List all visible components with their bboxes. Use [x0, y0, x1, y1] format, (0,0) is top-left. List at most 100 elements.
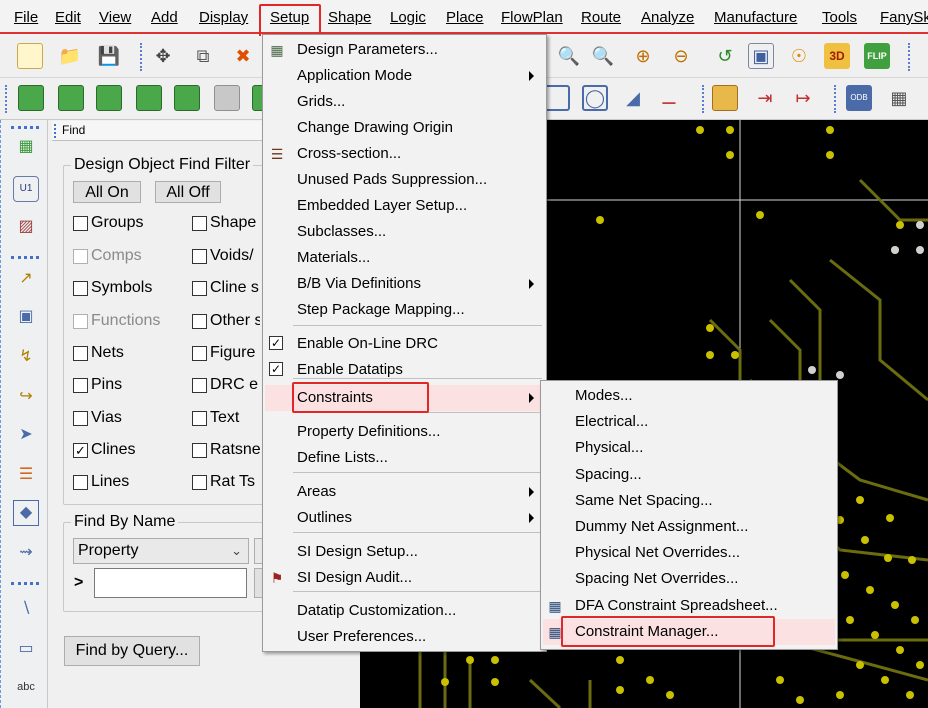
ref-des-icon[interactable]: U1: [13, 176, 39, 202]
setup-menu-areas[interactable]: Areas: [265, 479, 544, 505]
setup-menu-embedded-layer-setup[interactable]: Embedded Layer Setup...: [265, 193, 544, 219]
property-select[interactable]: Property ⌄: [73, 538, 249, 564]
setup-menu-subclasses[interactable]: Subclasses...: [265, 219, 544, 245]
setup-menu-outlines[interactable]: Outlines: [265, 505, 544, 531]
filter-text-checkbox[interactable]: Text: [192, 409, 260, 427]
zoom-out-icon[interactable]: ⊖: [668, 43, 694, 69]
filter-nets-checkbox[interactable]: Nets: [73, 344, 183, 362]
setup-menu-si-design-setup[interactable]: SI Design Setup...: [265, 539, 544, 565]
filter-shape-checkbox[interactable]: Shape: [192, 214, 260, 232]
add-line-icon[interactable]: ∖: [13, 596, 39, 622]
bus-icon[interactable]: ☰: [13, 462, 39, 488]
move-icon[interactable]: ✥: [150, 43, 176, 69]
filter-cline-s-checkbox[interactable]: Cline s: [192, 279, 260, 297]
general-edit-icon[interactable]: ▦: [13, 134, 39, 160]
filter-symbols-checkbox[interactable]: Symbols: [73, 279, 183, 297]
3d-view-icon[interactable]: 3D: [824, 43, 850, 69]
layer-toggle-icon[interactable]: [58, 85, 84, 111]
menu-file[interactable]: File: [14, 9, 38, 27]
setup-menu-application-mode[interactable]: Application Mode: [265, 63, 544, 89]
menu-route[interactable]: Route: [581, 9, 621, 27]
zoom-world-icon[interactable]: ▣: [748, 43, 774, 69]
menu-manufacture[interactable]: Manufacture: [714, 9, 797, 27]
filter-lines-checkbox[interactable]: Lines: [73, 473, 183, 491]
zoom-fit-icon[interactable]: 🔍: [556, 43, 582, 69]
filter-functions-checkbox[interactable]: Functions: [73, 312, 183, 330]
checkmark-icon[interactable]: ✓: [73, 442, 88, 458]
setup-menu-unused-pads-suppression[interactable]: Unused Pads Suppression...: [265, 167, 544, 193]
setup-menu-si-design-audit[interactable]: SI Design Audit... ⚑: [265, 565, 544, 591]
filter-groups-checkbox[interactable]: Groups: [73, 214, 183, 232]
checkbox-box[interactable]: [73, 215, 88, 231]
constraints-menu-physical-net-overrides[interactable]: Physical Net Overrides...: [543, 540, 835, 566]
setup-menu-define-lists[interactable]: Define Lists...: [265, 445, 544, 471]
checkbox-box[interactable]: [73, 474, 88, 490]
spread-icon[interactable]: ⇝: [13, 540, 39, 566]
checkbox-box[interactable]: [192, 215, 207, 231]
checkbox-box[interactable]: [73, 345, 88, 361]
checkbox-box[interactable]: [192, 474, 207, 490]
setup-menu-datatip-customization[interactable]: Datatip Customization...: [265, 598, 544, 624]
all-on-button[interactable]: All On: [73, 181, 141, 203]
delete-icon[interactable]: ✖: [230, 43, 256, 69]
add-text-icon[interactable]: abc: [13, 674, 39, 700]
setup-menu-design-parameters[interactable]: Design Parameters... ▦: [265, 37, 544, 63]
add-connect-icon[interactable]: ↗: [13, 266, 39, 292]
copy-icon[interactable]: ⧉: [190, 43, 216, 69]
measure-icon[interactable]: ↦: [790, 85, 816, 111]
filter-figure-checkbox[interactable]: Figure: [192, 344, 260, 362]
constraints-menu-electrical[interactable]: Electrical...: [543, 409, 835, 435]
open-folder-icon[interactable]: 📁: [57, 43, 83, 69]
menu-flowplan[interactable]: FlowPlan: [501, 9, 563, 27]
checkbox-box[interactable]: [192, 313, 207, 329]
dimension-icon[interactable]: ⇥: [752, 85, 778, 111]
fanout-icon[interactable]: ➤: [13, 422, 39, 448]
setup-menu-b-b-via-definitions[interactable]: B/B Via Definitions: [265, 271, 544, 297]
constraints-menu-dummy-net-assignment[interactable]: Dummy Net Assignment...: [543, 514, 835, 540]
delay-tune-icon[interactable]: ↯: [13, 344, 39, 370]
filter-voids-checkbox[interactable]: Voids/: [192, 247, 260, 265]
setup-menu-enable-on-line-drc[interactable]: Enable On-Line DRC ✓: [265, 331, 544, 357]
library-icon[interactable]: ▦: [886, 85, 912, 111]
odb-icon[interactable]: ODB: [846, 85, 872, 111]
zoom-plus-icon[interactable]: ⊕: [630, 43, 656, 69]
checkbox-box[interactable]: [192, 410, 207, 426]
filter-pins-checkbox[interactable]: Pins: [73, 376, 183, 394]
constraints-menu-modes[interactable]: Modes...: [543, 383, 835, 409]
checkbox-box[interactable]: [192, 442, 207, 458]
constraints-menu-dfa-constraint-spreadsheet[interactable]: DFA Constraint Spreadsheet... ▦: [543, 593, 835, 619]
filter-comps-checkbox[interactable]: Comps: [73, 247, 183, 265]
setup-menu-change-drawing-origin[interactable]: Change Drawing Origin: [265, 115, 544, 141]
menu-display[interactable]: Display: [199, 9, 248, 27]
menu-edit[interactable]: Edit: [55, 9, 81, 27]
bubble-icon[interactable]: ◆: [13, 500, 39, 526]
setup-menu-step-package-mapping[interactable]: Step Package Mapping...: [265, 297, 544, 323]
menu-analyze[interactable]: Analyze: [641, 9, 694, 27]
constraints-menu-spacing[interactable]: Spacing...: [543, 462, 835, 488]
menu-logic[interactable]: Logic: [390, 9, 426, 27]
menu-view[interactable]: View: [99, 9, 131, 27]
menu-tools[interactable]: Tools: [822, 9, 857, 27]
checkbox-box[interactable]: [73, 248, 88, 264]
menu-add[interactable]: Add: [151, 9, 178, 27]
checkbox-box[interactable]: [192, 280, 207, 296]
setup-menu-grids[interactable]: Grids...: [265, 89, 544, 115]
layer-toggle-icon[interactable]: [18, 85, 44, 111]
refresh-icon[interactable]: ☉: [786, 43, 812, 69]
layer-toggle-icon[interactable]: [214, 85, 240, 111]
circle-icon[interactable]: ◯: [582, 85, 608, 111]
filter-ratsne-checkbox[interactable]: Ratsne: [192, 441, 260, 459]
filter-drc-e-checkbox[interactable]: DRC e: [192, 376, 260, 394]
new-file-icon[interactable]: [17, 43, 43, 69]
checkbox-box[interactable]: [192, 345, 207, 361]
flip-icon[interactable]: FLIP: [864, 43, 890, 69]
slide-icon[interactable]: ▣: [13, 304, 39, 330]
rectangle-icon[interactable]: [544, 85, 570, 111]
all-off-button[interactable]: All Off: [155, 181, 221, 203]
filter-rat-ts-checkbox[interactable]: Rat Ts: [192, 473, 260, 491]
save-icon[interactable]: 💾: [96, 43, 122, 69]
filter-other-s-checkbox[interactable]: Other s: [192, 312, 260, 330]
filter-clines-checkbox[interactable]: ✓ Clines: [73, 441, 183, 459]
setup-menu-property-definitions[interactable]: Property Definitions...: [265, 419, 544, 445]
menu-fanysk[interactable]: FanySk: [880, 9, 928, 27]
